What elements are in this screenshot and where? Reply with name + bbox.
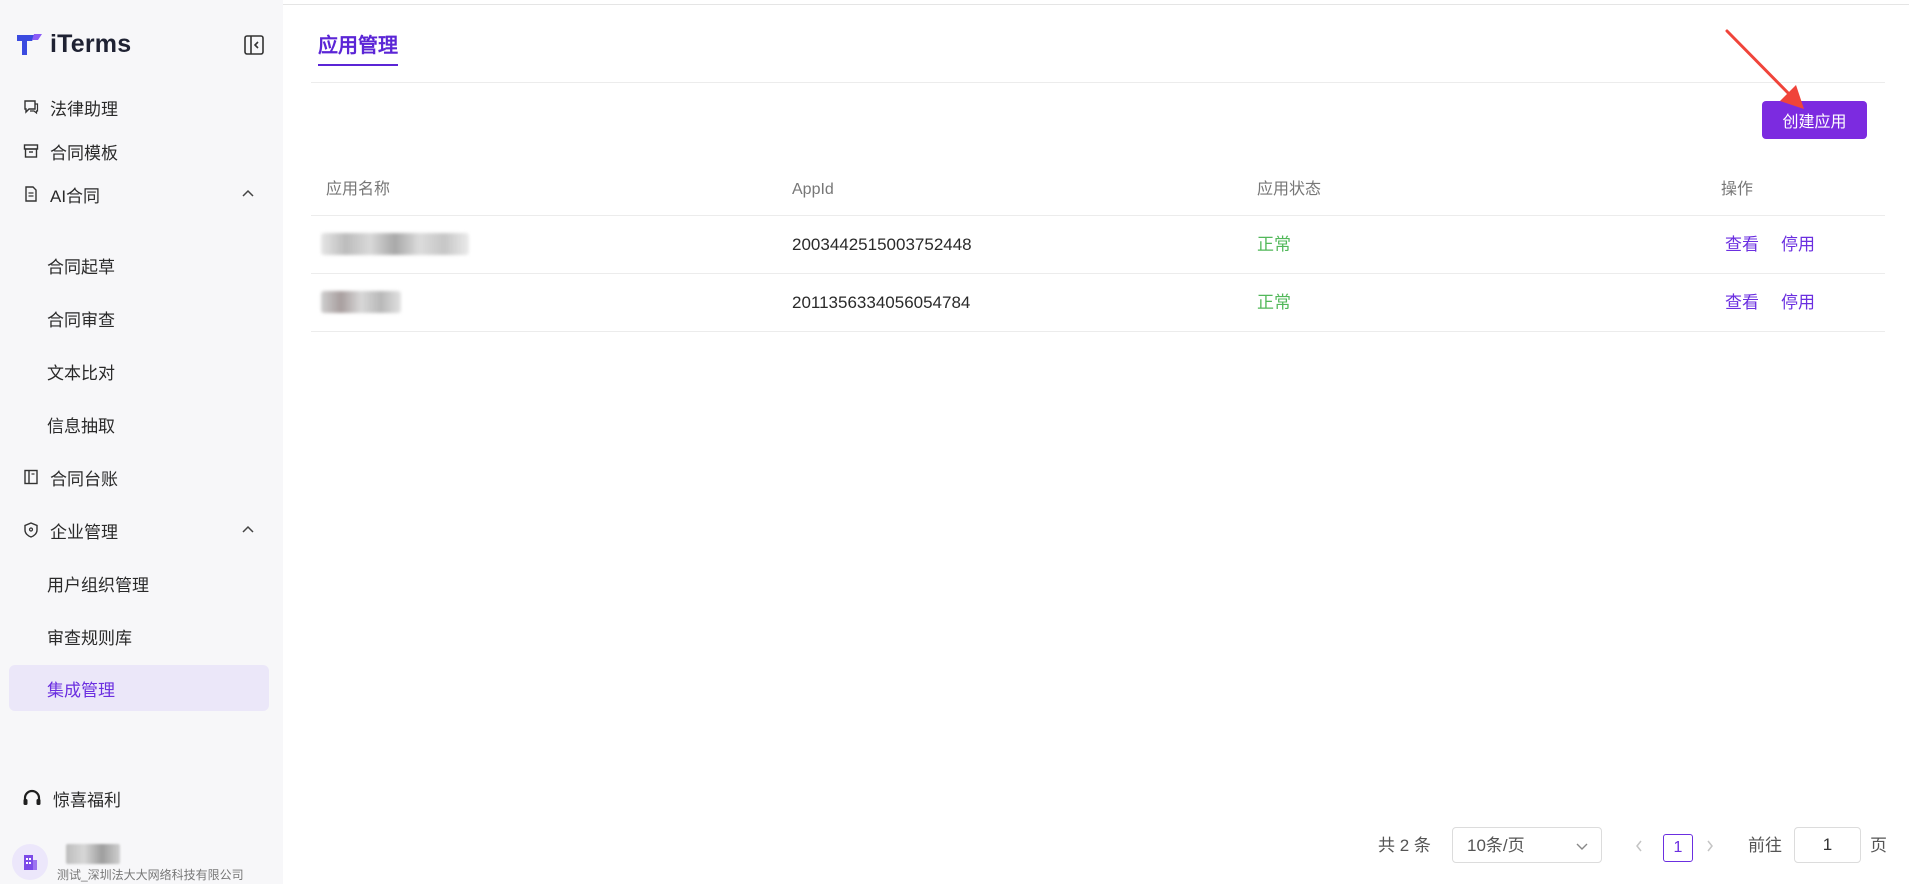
tab-app-management[interactable]: 应用管理 bbox=[318, 29, 398, 66]
appid-cell: 2003442515003752448 bbox=[792, 235, 972, 254]
top-border bbox=[283, 4, 1909, 5]
column-header-appid: AppId bbox=[792, 181, 834, 198]
goto-label: 前往 bbox=[1748, 836, 1782, 855]
chevron-down-icon bbox=[1576, 843, 1588, 850]
column-header-app-name: 应用名称 bbox=[326, 181, 391, 198]
table-row: 2011356334056054784 正常 查看 停用 bbox=[311, 274, 1885, 332]
page-suffix-label: 页 bbox=[1870, 836, 1887, 855]
disable-link[interactable]: 停用 bbox=[1781, 216, 1815, 273]
sidebar-item-contract-drafting[interactable]: 合同起草 bbox=[9, 242, 269, 288]
sidebar-item-legal-assistant[interactable]: 法律助理 bbox=[9, 84, 269, 130]
column-header-status: 应用状态 bbox=[1257, 181, 1322, 198]
org-name-redacted bbox=[66, 844, 120, 864]
collapse-sidebar-icon[interactable] bbox=[242, 33, 266, 57]
sidebar-item-contract-templates[interactable]: 合同模板 bbox=[9, 128, 269, 174]
status-cell: 正常 bbox=[1257, 235, 1291, 254]
document-icon bbox=[21, 184, 41, 204]
sidebar-item-contract-ledger[interactable]: 合同台账 bbox=[9, 454, 269, 500]
sidebar-item-label: 合同台账 bbox=[50, 469, 118, 489]
sidebar-item-enterprise-management[interactable]: 企业管理 bbox=[9, 507, 269, 553]
sidebar-item-contract-review[interactable]: 合同审查 bbox=[9, 295, 269, 341]
sidebar-item-integration-management[interactable]: 集成管理 bbox=[9, 665, 269, 711]
sidebar-item-text-compare[interactable]: 文本比对 bbox=[9, 348, 269, 394]
view-link[interactable]: 查看 bbox=[1725, 274, 1759, 331]
org-subtitle: 测试_深圳法大大网络科技有限公司 bbox=[57, 868, 244, 882]
column-header-actions: 操作 bbox=[1721, 181, 1754, 198]
page-number-current[interactable]: 1 bbox=[1663, 834, 1693, 862]
sidebar-item-user-org-management[interactable]: 用户组织管理 bbox=[9, 560, 269, 606]
app-name-redacted bbox=[321, 233, 469, 255]
app-name: iTerms bbox=[50, 30, 132, 58]
bonus-link[interactable]: 惊喜福利 bbox=[21, 786, 121, 811]
tab-divider bbox=[311, 82, 1885, 83]
headset-icon bbox=[23, 789, 41, 805]
app-name-redacted bbox=[321, 291, 401, 313]
sidebar-item-label: 合同模板 bbox=[50, 143, 118, 163]
sidebar-item-label: AI合同 bbox=[50, 186, 101, 206]
sidebar-item-ai-contract[interactable]: AI合同 bbox=[9, 171, 269, 217]
chevron-right-icon bbox=[1707, 840, 1713, 852]
apps-table: 应用名称 AppId 应用状态 操作 2003442515003752448 正… bbox=[311, 165, 1885, 332]
chevron-up-icon bbox=[242, 525, 254, 533]
logo-icon bbox=[17, 33, 42, 55]
sidebar: iTerms 法律助理 合同模板 AI合同 合同起草 合同审查 文本比对 信息抽… bbox=[0, 0, 283, 884]
goto-page-input[interactable] bbox=[1794, 827, 1861, 863]
logo: iTerms bbox=[14, 30, 131, 59]
building-icon bbox=[12, 844, 48, 880]
bonus-label: 惊喜福利 bbox=[53, 791, 121, 810]
table-header: 应用名称 AppId 应用状态 操作 bbox=[311, 165, 1885, 216]
archive-icon bbox=[21, 141, 41, 161]
create-app-button[interactable]: 创建应用 bbox=[1762, 101, 1867, 139]
chevron-up-icon bbox=[242, 189, 254, 197]
sidebar-item-review-rules[interactable]: 审查规则库 bbox=[9, 613, 269, 659]
appid-cell: 2011356334056054784 bbox=[792, 293, 971, 312]
disable-link[interactable]: 停用 bbox=[1781, 274, 1815, 331]
book-icon bbox=[21, 467, 41, 487]
chat-icon bbox=[21, 97, 41, 117]
sidebar-item-label: 企业管理 bbox=[50, 522, 118, 542]
view-link[interactable]: 查看 bbox=[1725, 216, 1759, 273]
status-cell: 正常 bbox=[1257, 293, 1291, 312]
table-row: 2003442515003752448 正常 查看 停用 bbox=[311, 216, 1885, 274]
prev-page-button[interactable] bbox=[1634, 827, 1644, 865]
org-switcher[interactable]: 测试_深圳法大大网络科技有限公司 bbox=[12, 844, 272, 884]
next-page-button[interactable] bbox=[1705, 827, 1715, 865]
shield-icon bbox=[21, 520, 41, 540]
pagination-total: 共 2 条 bbox=[1378, 836, 1431, 855]
chevron-left-icon bbox=[1636, 840, 1642, 852]
sidebar-item-label: 法律助理 bbox=[50, 99, 118, 119]
sidebar-item-info-extraction[interactable]: 信息抽取 bbox=[9, 401, 269, 447]
page-size-select[interactable]: 10条/页 bbox=[1452, 827, 1602, 863]
page-size-value: 10条/页 bbox=[1467, 836, 1525, 855]
